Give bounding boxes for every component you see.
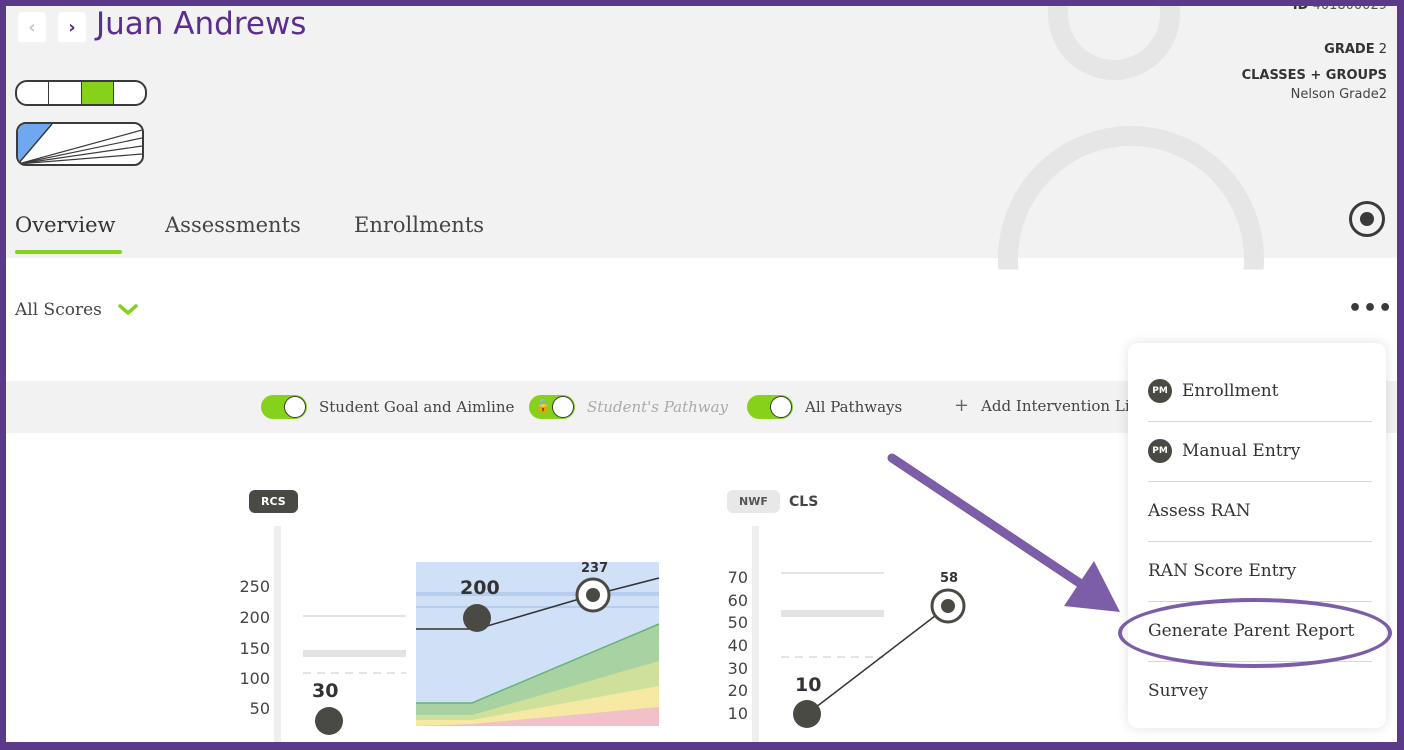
app-frame: ‹ › Juan Andrews ID 401800029 GRADE 2 CL…: [6, 6, 1397, 742]
annotation-arrow: [887, 453, 1120, 612]
